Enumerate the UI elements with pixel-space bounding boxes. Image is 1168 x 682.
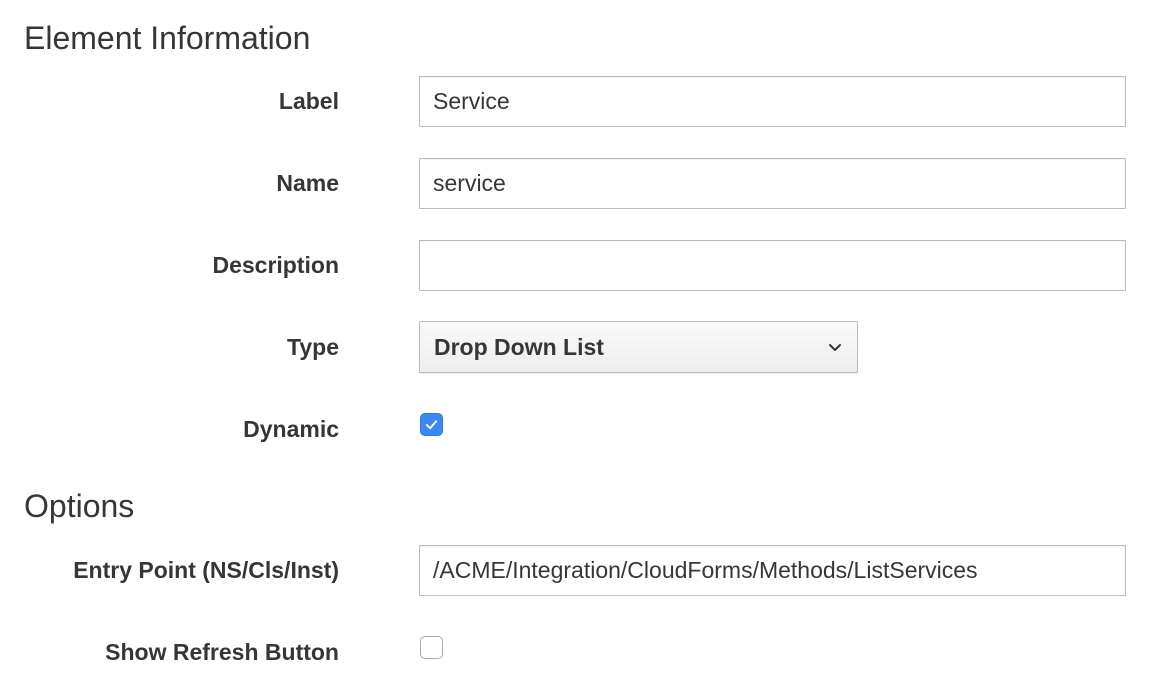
name-field-label: Name xyxy=(276,170,339,196)
type-dropdown-value: Drop Down List xyxy=(434,333,604,360)
chevron-down-icon xyxy=(827,339,843,355)
options-heading: Options xyxy=(24,488,135,524)
dynamic-field-label: Dynamic xyxy=(243,416,339,442)
check-icon xyxy=(424,417,439,432)
type-field-label: Type xyxy=(287,334,339,360)
description-field-label: Description xyxy=(212,252,339,278)
show-refresh-field-label: Show Refresh Button xyxy=(105,639,339,665)
name-input[interactable] xyxy=(419,158,1126,209)
dynamic-checkbox[interactable] xyxy=(420,413,443,436)
type-dropdown[interactable]: Drop Down List xyxy=(419,321,858,373)
entry-point-field-label: Entry Point (NS/Cls/Inst) xyxy=(73,557,339,583)
show-refresh-checkbox[interactable] xyxy=(420,636,443,659)
entry-point-input[interactable] xyxy=(419,545,1126,596)
description-input[interactable] xyxy=(419,240,1126,291)
label-field-label: Label xyxy=(278,88,339,114)
label-input[interactable] xyxy=(419,76,1126,127)
element-information-heading: Element Information xyxy=(24,20,311,56)
